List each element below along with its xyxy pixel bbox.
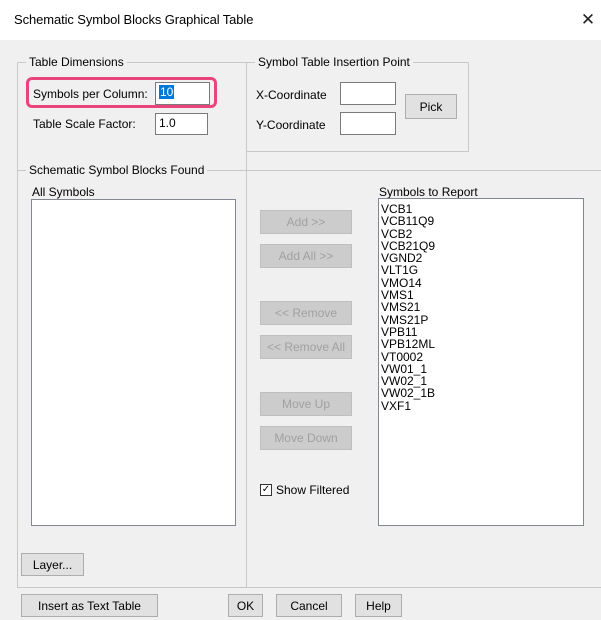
report-list-item[interactable]: VCB11Q9 [379,215,583,228]
layer-button[interactable]: Layer... [21,553,84,576]
title-bar: Schematic Symbol Blocks Graphical Table … [0,0,601,40]
x-coordinate-input[interactable] [340,82,396,105]
report-items-container: VCB1 VCB11Q9 VCB2 VCB21Q9 VGND2 VLT1G VMO14 VMS… [379,203,583,412]
remove-button[interactable]: << Remove [260,301,352,325]
report-list-item[interactable]: VT0002 [379,350,583,363]
add-all-button[interactable]: Add All >> [260,244,352,268]
report-list-item[interactable]: VXF1 [379,399,583,412]
ok-button[interactable]: OK [228,594,263,617]
move-down-button[interactable]: Move Down [260,426,352,450]
symbols-to-report-list[interactable]: VCB1 VCB11Q9 VCB2 VCB21Q9 VGND2 VLT1G VMO14 VMS… [378,198,584,526]
close-icon[interactable]: ✕ [575,6,601,34]
table-scale-factor-label: Table Scale Factor: [33,117,136,131]
report-list-item[interactable]: VLT1G [379,264,583,277]
highlight-box [26,77,217,108]
report-list-item[interactable]: VMS21 [379,301,583,314]
x-coordinate-label: X-Coordinate [256,88,327,102]
all-symbols-list[interactable] [31,199,236,526]
pick-button[interactable]: Pick [405,94,457,119]
blocks-found-legend: Schematic Symbol Blocks Found [26,163,208,177]
help-button[interactable]: Help [355,594,402,617]
window-title: Schematic Symbol Blocks Graphical Table [14,12,254,27]
move-up-button[interactable]: Move Up [260,392,352,416]
table-dimensions-legend: Table Dimensions [26,55,127,69]
report-list-item[interactable]: VW02_1B [379,387,583,400]
insertion-point-legend: Symbol Table Insertion Point [255,55,413,69]
report-list-item[interactable]: VPB12ML [379,338,583,351]
show-filtered-label: Show Filtered [276,483,350,497]
all-symbols-label: All Symbols [32,185,95,199]
cancel-button[interactable]: Cancel [276,594,342,617]
y-coordinate-input[interactable] [340,112,396,135]
table-scale-factor-input[interactable]: 1.0 [155,113,208,135]
symbols-to-report-label: Symbols to Report [379,185,478,199]
remove-all-button[interactable]: << Remove All [260,335,352,359]
y-coordinate-label: Y-Coordinate [256,118,326,132]
show-filtered-checkbox[interactable]: ✓ [260,484,272,496]
add-button[interactable]: Add >> [260,210,352,234]
insert-as-text-table-button[interactable]: Insert as Text Table [21,594,158,617]
